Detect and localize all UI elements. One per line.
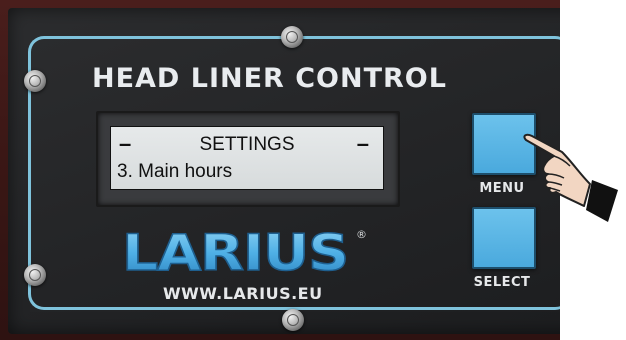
pointing-hand-icon bbox=[523, 133, 618, 222]
screw-icon bbox=[282, 309, 304, 331]
larius-logo: LARIUS ® bbox=[121, 224, 367, 278]
lcd-menu-title: SETTINGS bbox=[199, 134, 295, 155]
lcd-menu-item: 3. Main hours bbox=[117, 161, 233, 182]
lcd-right-marker: – bbox=[356, 131, 369, 156]
screw-icon bbox=[281, 26, 303, 48]
panel-title: HEAD LINER CONTROL bbox=[92, 63, 447, 94]
screw-icon bbox=[24, 70, 46, 92]
lcd-display: – SETTINGS – 3. Main hours bbox=[110, 126, 384, 190]
logo-text: LARIUS bbox=[122, 224, 348, 278]
website-url: WWW.LARIUS.EU bbox=[163, 284, 323, 303]
select-button-label: SELECT bbox=[473, 275, 531, 290]
screw-icon bbox=[24, 264, 46, 286]
lcd-line-1: – SETTINGS – bbox=[111, 131, 383, 158]
registered-mark: ® bbox=[356, 228, 367, 241]
